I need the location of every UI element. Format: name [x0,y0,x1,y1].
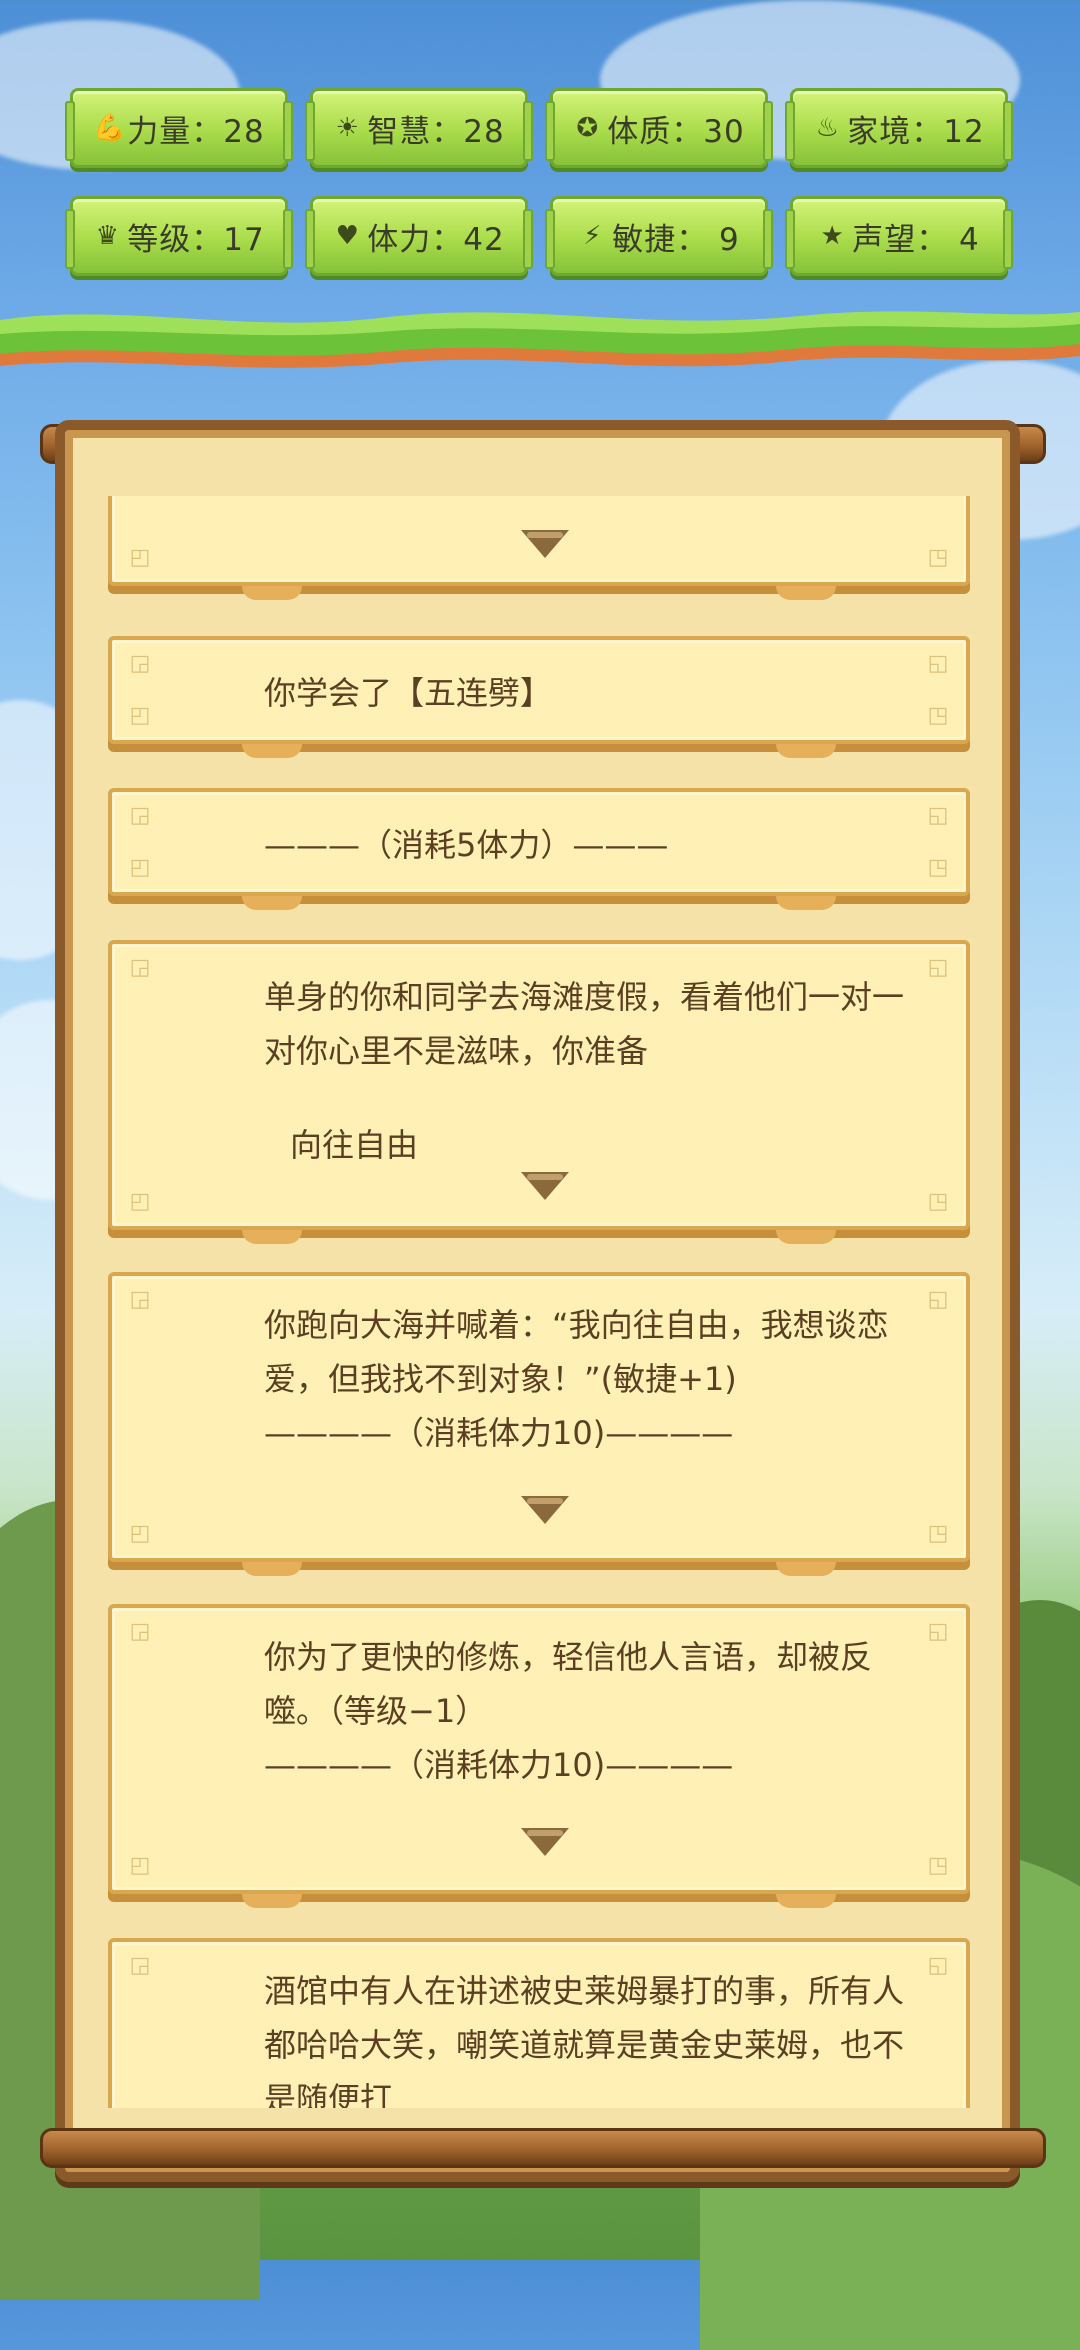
stat-strength: 💪 力量：28 [65,88,293,168]
ornament-icon: ◰ [129,1521,151,1546]
star-icon: ★ [820,221,844,251]
expand-arrow-icon[interactable] [521,1172,569,1200]
ornament-icon: ◳ [927,1189,949,1214]
stat-label: 体质：30 [607,113,745,150]
choice-option[interactable]: 向往自由 [290,1120,418,1166]
ornament-icon: ◲ [129,1953,151,1978]
log-text: 酒馆中有人在讲述被史莱姆暴打的事，所有人都哈哈大笑，嘲笑道就算是黄金史莱姆，也不… [264,1972,905,2108]
log-text: 你学会了【五连劈】 [264,674,553,712]
event-log[interactable]: ◰ ◳ 你学会了【五连劈】 ◲ ◱ ◰ ◳ ———（消耗5体力）——— ◲ ◱ … [108,496,970,2108]
log-text: ———（消耗5体力）——— [264,826,669,864]
log-card: ———（消耗5体力）——— ◲ ◱ ◰ ◳ [108,788,970,910]
ornament-icon: ◱ [927,1287,949,1312]
ornament-icon: ◳ [927,1853,949,1878]
log-text: 你为了更快的修炼，轻信他人言语，却被反噬。（等级−1） [264,1638,873,1730]
expand-arrow-icon[interactable] [521,530,569,558]
card-tab [776,744,836,758]
stat-constitution: ✪ 体质：30 [545,88,773,168]
card-tab [242,1562,302,1576]
ornament-icon: ◱ [927,651,949,676]
log-card: ◰ ◳ [108,496,970,600]
card-tab [242,1230,302,1244]
bulb-icon: ☀ [335,113,359,143]
card-tab [242,1894,302,1908]
log-card: 你学会了【五连劈】 ◲ ◱ ◰ ◳ [108,636,970,758]
family-icon: ♨ [815,113,839,143]
log-text: 你跑向大海并喊着：“我向往自由，我想谈恋爱，但我找不到对象！”(敏捷+1) [264,1306,889,1398]
log-card: 你跑向大海并喊着：“我向往自由，我想谈恋爱，但我找不到对象！”(敏捷+1) ——… [108,1272,970,1576]
log-card: 单身的你和同学去海滩度假，看着他们一对一对你心里不是滋味，你准备 向往自由 ◲ … [108,940,970,1244]
log-card: 你为了更快的修炼，轻信他人言语，却被反噬。（等级−1） ————（消耗体力10)… [108,1604,970,1908]
card-tab [776,1894,836,1908]
grass-divider [0,311,1080,368]
lightning-icon: ⚡ [583,221,602,251]
expand-arrow-icon[interactable] [521,1496,569,1524]
card-tab [242,744,302,758]
stat-stamina: ♥ 体力：42 [305,196,533,276]
card-tab [776,1230,836,1244]
ornament-icon: ◱ [927,1953,949,1978]
stat-agility: ⚡ 敏捷： 9 [545,196,773,276]
ornament-icon: ◲ [129,955,151,980]
stat-label: 智慧：28 [367,113,505,150]
card-tab [776,896,836,910]
log-text: 单身的你和同学去海滩度假，看着他们一对一对你心里不是滋味，你准备 [264,978,905,1070]
crown-icon: ♛ [95,221,119,251]
stat-label: 力量：28 [127,113,265,150]
ornament-icon: ◲ [129,651,151,676]
stat-label: 敏捷： 9 [612,221,740,258]
ornament-icon: ◰ [129,545,151,570]
ornament-icon: ◲ [129,1287,151,1312]
stat-label: 家境：12 [847,113,985,150]
log-card: 酒馆中有人在讲述被史莱姆暴打的事，所有人都哈哈大笑，嘲笑道就算是黄金史莱姆，也不… [108,1938,970,2108]
ornament-icon: ◲ [129,803,151,828]
heart-icon: ♥ [335,221,359,251]
ornament-icon: ◱ [927,1619,949,1644]
stat-label: 等级：17 [127,221,265,258]
constitution-icon: ✪ [576,113,599,143]
card-tab [776,586,836,600]
scroll-bottom-rod [40,2128,1046,2168]
ornament-icon: ◳ [927,545,949,570]
stat-family: ♨ 家境：12 [785,88,1013,168]
card-tab [776,1562,836,1576]
stat-wisdom: ☀ 智慧：28 [305,88,533,168]
stat-label: 体力：42 [367,221,505,258]
ornament-icon: ◳ [927,703,949,728]
ornament-icon: ◰ [129,855,151,880]
muscle-icon: 💪 [93,113,126,143]
ornament-icon: ◱ [927,803,949,828]
ornament-icon: ◲ [129,1619,151,1644]
card-tab [242,896,302,910]
stat-label: 声望： 4 [852,221,980,258]
ornament-icon: ◰ [129,1189,151,1214]
log-cost: ————（消耗体力10)———— [264,1414,734,1452]
stat-level: ♛ 等级：17 [65,196,293,276]
ornament-icon: ◰ [129,703,151,728]
ornament-icon: ◱ [927,955,949,980]
ornament-icon: ◳ [927,855,949,880]
expand-arrow-icon[interactable] [521,1828,569,1856]
ornament-icon: ◳ [927,1521,949,1546]
card-tab [242,586,302,600]
log-cost: ————（消耗体力10)———— [264,1746,734,1784]
stat-reputation: ★ 声望： 4 [785,196,1013,276]
ornament-icon: ◰ [129,1853,151,1878]
